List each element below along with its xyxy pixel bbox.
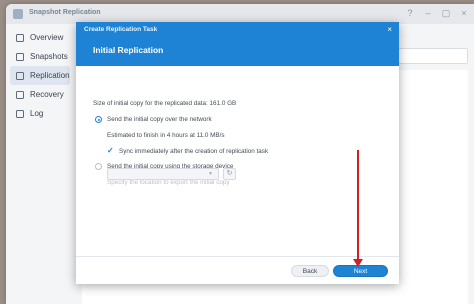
location-label: Specify the location to export the initi… (107, 179, 230, 186)
refresh-icon: ↻ (226, 170, 233, 177)
sidebar-item-label: Log (30, 109, 44, 118)
replication-icon (16, 71, 24, 80)
sidebar-item-log[interactable]: Log (10, 104, 70, 123)
sync-checkbox[interactable]: ✓ (107, 147, 114, 155)
footer-divider (76, 256, 399, 257)
sidebar-item-label: Recovery (30, 90, 64, 99)
overview-icon (16, 33, 24, 42)
chevron-down-icon: ▼ (208, 171, 213, 177)
sidebar-item-recovery[interactable]: Recovery (10, 85, 70, 104)
minimize-icon[interactable]: – (422, 7, 434, 19)
sync-option-label[interactable]: Sync immediately after the creation of r… (119, 148, 268, 155)
close-icon[interactable]: × (458, 7, 470, 19)
snapshots-icon (16, 52, 24, 61)
sidebar-item-label: Snapshots (30, 52, 68, 61)
app-icon (13, 9, 23, 19)
back-button[interactable]: Back (291, 265, 329, 277)
app-title: Snapshot Replication (29, 9, 101, 16)
step-title: Initial Replication (93, 45, 164, 55)
network-option-label[interactable]: Send the initial copy over the network (107, 116, 212, 123)
sidebar-item-label: Replication (30, 71, 70, 80)
annotation-arrow (357, 150, 359, 261)
recovery-icon (16, 90, 24, 99)
dialog-header: Create Replication Task × Initial Replic… (76, 22, 399, 66)
initial-copy-size: Size of initial copy for the replicated … (93, 100, 237, 107)
sidebar: Overview Snapshots Replication Recovery … (6, 28, 74, 123)
close-icon[interactable]: × (387, 25, 392, 34)
location-dropdown[interactable]: ▼ (107, 168, 219, 180)
maximize-icon[interactable]: ▢ (440, 7, 452, 19)
annotation-arrow-head (353, 259, 363, 267)
sidebar-item-label: Overview (30, 33, 64, 42)
log-icon (16, 109, 24, 118)
title-bar: Snapshot Replication ? – ▢ × (6, 4, 474, 24)
sidebar-item-snapshots[interactable]: Snapshots (10, 47, 70, 66)
dialog-title: Create Replication Task (84, 26, 158, 33)
refresh-button[interactable]: ↻ (223, 168, 236, 180)
storage-radio[interactable] (95, 163, 102, 170)
sidebar-item-replication[interactable]: Replication (10, 66, 70, 85)
help-icon[interactable]: ? (404, 7, 416, 19)
create-replication-dialog: Create Replication Task × Initial Replic… (76, 22, 399, 284)
sidebar-item-overview[interactable]: Overview (10, 28, 70, 47)
network-radio[interactable] (95, 116, 102, 123)
estimate-text: Estimated to finish in 4 hours at 11.0 M… (107, 132, 225, 139)
search-input[interactable] (394, 48, 468, 64)
